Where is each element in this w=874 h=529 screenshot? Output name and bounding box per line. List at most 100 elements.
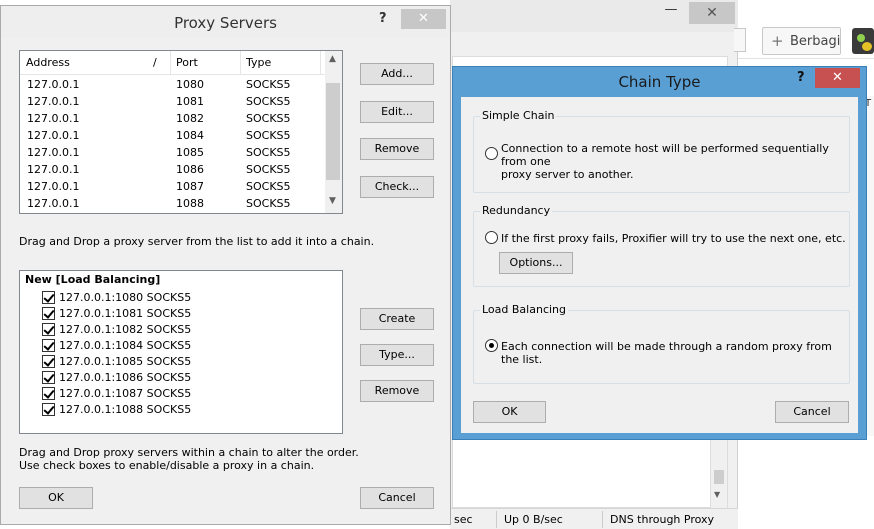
table-row[interactable]: 127.0.0.1 1082 SOCKS5 bbox=[20, 110, 325, 127]
cancel-button[interactable]: Cancel bbox=[775, 401, 849, 423]
enable-checkbox[interactable] bbox=[42, 291, 55, 304]
cell-type: SOCKS5 bbox=[246, 112, 291, 125]
ok-button[interactable]: OK bbox=[19, 487, 93, 509]
cell-address: 127.0.0.1 bbox=[27, 146, 80, 159]
cell-address: 127.0.0.1 bbox=[27, 112, 80, 125]
redundancy-description[interactable]: If the first proxy fails, Proxifier will… bbox=[501, 232, 846, 245]
cell-address: 127.0.0.1 bbox=[27, 163, 80, 176]
avatar[interactable] bbox=[852, 28, 874, 54]
chain-root-label[interactable]: New [Load Balancing] bbox=[25, 273, 160, 286]
status-dns: DNS through Proxy bbox=[610, 513, 715, 526]
table-row[interactable]: 127.0.0.1 1080 SOCKS5 bbox=[20, 76, 325, 93]
cell-port: 1084 bbox=[176, 129, 204, 142]
background-scrollbar[interactable]: ▼ bbox=[710, 440, 727, 508]
load-balancing-group: Load Balancing Each connection will be m… bbox=[473, 303, 850, 384]
table-row[interactable]: 127.0.0.1 1087 SOCKS5 bbox=[20, 178, 325, 195]
cell-address: 127.0.0.1 bbox=[27, 129, 80, 142]
options-button[interactable]: Options... bbox=[499, 252, 573, 274]
redundancy-radio[interactable] bbox=[485, 231, 498, 244]
cell-address: 127.0.0.1 bbox=[27, 95, 80, 108]
table-row[interactable]: 127.0.0.1 1081 SOCKS5 bbox=[20, 93, 325, 110]
description-line: Connection to a remote host will be perf… bbox=[501, 142, 829, 168]
share-button-label: Berbagi bbox=[790, 34, 841, 49]
enable-checkbox[interactable] bbox=[42, 403, 55, 416]
enable-checkbox[interactable] bbox=[42, 355, 55, 368]
column-header-address[interactable]: Address bbox=[26, 56, 70, 69]
enable-checkbox[interactable] bbox=[42, 371, 55, 384]
cancel-button[interactable]: Cancel bbox=[360, 487, 434, 509]
ok-button[interactable]: OK bbox=[473, 401, 546, 423]
column-header-type[interactable]: Type bbox=[246, 56, 271, 69]
chain-type-dialog: Chain Type ? ✕ Simple Chain Connection t… bbox=[452, 66, 867, 440]
cell-type: SOCKS5 bbox=[246, 95, 291, 108]
simple-chain-description[interactable]: Connection to a remote host will be perf… bbox=[501, 142, 846, 181]
load-balancing-radio[interactable] bbox=[485, 339, 498, 352]
close-button[interactable]: ✕ bbox=[401, 9, 446, 29]
column-separator[interactable] bbox=[170, 51, 171, 74]
column-header-port[interactable]: Port bbox=[176, 56, 198, 69]
status-divider bbox=[602, 511, 603, 528]
simple-chain-group: Simple Chain Connection to a remote host… bbox=[473, 109, 850, 193]
dialog-client-area: Address / Port Type 127.0.0.1 1080 SOCKS5 … bbox=[6, 38, 446, 521]
column-separator[interactable] bbox=[240, 51, 241, 74]
list-scrollbar[interactable]: ▲ ▼ bbox=[325, 51, 342, 213]
simple-chain-radio[interactable] bbox=[485, 147, 498, 160]
toolbar-edge bbox=[734, 28, 746, 52]
status-down-rate: sec bbox=[454, 513, 473, 526]
cell-port: 1080 bbox=[176, 78, 204, 91]
background-close-button[interactable]: ✕ bbox=[689, 2, 735, 24]
scroll-down-icon[interactable]: ▼ bbox=[329, 196, 336, 206]
chain-item-label: 127.0.0.1:1085 SOCKS5 bbox=[59, 355, 192, 368]
remove-proxy-button[interactable]: Remove bbox=[360, 138, 434, 160]
chain-tree[interactable]: New [Load Balancing] 127.0.0.1:1080 SOCK… bbox=[19, 270, 343, 434]
cell-type: SOCKS5 bbox=[246, 163, 291, 176]
help-icon[interactable]: ? bbox=[797, 70, 805, 85]
chain-item-label: 127.0.0.1:1086 SOCKS5 bbox=[59, 371, 192, 384]
cell-type: SOCKS5 bbox=[246, 78, 291, 91]
scroll-down-icon[interactable]: ▼ bbox=[714, 490, 720, 499]
proxy-list[interactable]: Address / Port Type 127.0.0.1 1080 SOCKS5 … bbox=[19, 50, 343, 214]
edit-button[interactable]: Edit... bbox=[360, 101, 434, 123]
minimize-button[interactable]: — bbox=[657, 2, 685, 24]
check-button[interactable]: Check... bbox=[360, 176, 434, 198]
enable-checkbox[interactable] bbox=[42, 307, 55, 320]
load-balancing-description[interactable]: Each connection will be made through a r… bbox=[501, 340, 846, 366]
create-button[interactable]: Create bbox=[360, 308, 434, 330]
dialog-titlebar[interactable]: Proxy Servers ? ✕ bbox=[1, 6, 450, 38]
table-row[interactable]: 127.0.0.1 1084 SOCKS5 bbox=[20, 127, 325, 144]
column-separator[interactable] bbox=[320, 51, 321, 74]
scrollbar-thumb[interactable] bbox=[714, 470, 724, 484]
chain-item-label: 127.0.0.1:1082 SOCKS5 bbox=[59, 323, 192, 336]
table-row[interactable]: 127.0.0.1 1086 SOCKS5 bbox=[20, 161, 325, 178]
remove-chain-button[interactable]: Remove bbox=[360, 380, 434, 402]
table-row[interactable]: 127.0.0.1 1088 SOCKS5 bbox=[20, 195, 325, 212]
enable-checkbox[interactable] bbox=[42, 387, 55, 400]
table-row[interactable]: 127.0.0.1 1085 SOCKS5 bbox=[20, 144, 325, 161]
help-icon[interactable]: ? bbox=[379, 11, 387, 26]
share-button[interactable]: + Berbagi bbox=[762, 27, 841, 55]
avatar-graphic bbox=[857, 34, 865, 42]
cell-port: 1082 bbox=[176, 112, 204, 125]
chain-item-label: 127.0.0.1:1080 SOCKS5 bbox=[59, 291, 192, 304]
chain-hint-order: Drag and Drop proxy servers within a cha… bbox=[19, 446, 359, 459]
cell-type: SOCKS5 bbox=[246, 180, 291, 193]
close-button[interactable]: ✕ bbox=[815, 68, 860, 88]
cell-type: SOCKS5 bbox=[246, 129, 291, 142]
scroll-up-icon[interactable]: ▲ bbox=[329, 54, 336, 64]
cell-address: 127.0.0.1 bbox=[27, 78, 80, 91]
add-button[interactable]: Add... bbox=[360, 63, 434, 85]
description-line: proxy server to another. bbox=[501, 168, 634, 181]
avatar-graphic bbox=[862, 42, 872, 51]
divider bbox=[738, 58, 874, 59]
enable-checkbox[interactable] bbox=[42, 339, 55, 352]
sort-indicator: / bbox=[153, 56, 157, 69]
chain-item-label: 127.0.0.1:1087 SOCKS5 bbox=[59, 387, 192, 400]
status-bar: sec Up 0 B/sec DNS through Proxy bbox=[450, 508, 738, 529]
list-header: Address / Port Type bbox=[20, 51, 325, 75]
enable-checkbox[interactable] bbox=[42, 323, 55, 336]
group-label: Load Balancing bbox=[480, 303, 568, 316]
cell-address: 127.0.0.1 bbox=[27, 180, 80, 193]
scrollbar-thumb[interactable] bbox=[326, 83, 340, 180]
drag-hint: Drag and Drop a proxy server from the li… bbox=[19, 235, 375, 248]
type-button[interactable]: Type... bbox=[360, 344, 434, 366]
